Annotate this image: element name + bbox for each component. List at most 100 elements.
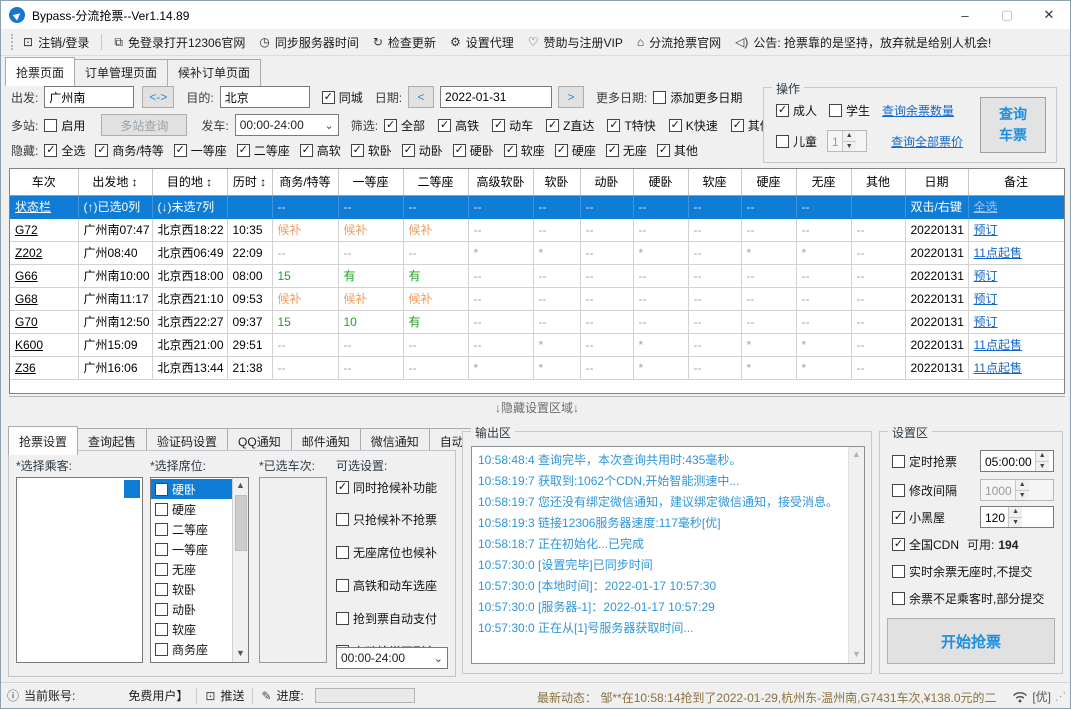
checkbox-box[interactable] [155, 622, 168, 636]
column-header[interactable]: 高级软卧 [468, 169, 534, 196]
seat-checkbox[interactable]: 一等座 [155, 541, 208, 558]
checkbox-box[interactable] [336, 579, 349, 592]
checkbox-box[interactable]: ✓ [730, 118, 744, 132]
hide-checkbox[interactable]: ✓ 一等座 [173, 142, 227, 159]
column-header[interactable]: 备注 [968, 169, 1064, 196]
child-count-stepper[interactable]: 1 ▲ ▼ [827, 130, 868, 152]
train-link[interactable]: G66 [10, 264, 79, 288]
seat-list[interactable]: 硬卧硬座二等座一等座无座软卧动卧软座商务座特等座 [151, 478, 232, 662]
checkbox-box[interactable]: ✓ [299, 144, 313, 157]
seat-checkbox[interactable]: 特等座 [155, 661, 208, 663]
hide-checkbox[interactable]: ✓ 软座 [503, 142, 545, 159]
spin-down-icon[interactable]: ▼ [1015, 490, 1029, 500]
selected-trains-list[interactable] [259, 477, 327, 663]
checkbox-box[interactable]: ✓ [95, 144, 109, 157]
checkbox-box[interactable]: ✓ [892, 510, 905, 524]
column-header[interactable]: 软座 [688, 169, 742, 196]
checkbox-box[interactable]: ✓ [350, 144, 364, 157]
checkbox-box[interactable]: ✓ [656, 144, 670, 157]
toolbar-item-gear[interactable]: ⚙ 设置代理 [450, 34, 514, 51]
checkbox-box[interactable] [155, 502, 168, 516]
checkbox-box[interactable]: ✓ [605, 144, 619, 157]
add-more-dates-checkbox[interactable]: 添加更多日期 [653, 89, 742, 106]
checkbox-box[interactable]: ✓ [173, 144, 187, 157]
spin-down-icon[interactable]: ▼ [1035, 461, 1049, 471]
seat-list-item[interactable]: 软座 [151, 619, 232, 639]
hide-checkbox[interactable]: ✓ 硬座 [554, 142, 596, 159]
hide-checkbox[interactable]: ✓ 无座 [605, 142, 647, 159]
same-city-checkbox[interactable]: ✓ 同城 [321, 89, 363, 106]
checkbox-box[interactable]: ✓ [384, 118, 398, 132]
checkbox-box[interactable]: ✓ [668, 118, 682, 132]
timed-grab-stepper[interactable]: 05:00:00 ▲ ▼ [980, 450, 1054, 472]
column-header[interactable]: 硬座 [741, 169, 797, 196]
row-action-link[interactable]: 预订 [968, 218, 1064, 242]
column-header[interactable]: 动卧 [580, 169, 634, 196]
train-link[interactable]: Z202 [10, 241, 79, 265]
filter-checkbox[interactable]: ✓ T特快 [607, 117, 656, 134]
close-button[interactable]: ✕ [1028, 1, 1070, 29]
train-link[interactable]: G72 [10, 218, 79, 242]
checkbox-box[interactable] [155, 582, 168, 596]
checkbox-box[interactable] [892, 565, 905, 578]
table-row[interactable]: Z36 广州16:06 北京西13:44 21:38 -- -- -- * * -- * -- * * --… [10, 356, 1064, 380]
checkbox-box[interactable]: ✓ [546, 118, 560, 132]
query-tickets-button[interactable]: 查询 车票 [980, 97, 1046, 153]
table-row[interactable]: G72 广州南07:47 北京西18:22 10:35 候补 候补 候补 -- -- -- -- --… [10, 218, 1064, 242]
table-row[interactable]: K600 广州15:09 北京西21:00 29:51 -- -- -- -- * -- * -- * *… [10, 333, 1064, 357]
hide-checkbox[interactable]: ✓ 其他 [656, 142, 698, 159]
seat-checkbox[interactable]: 硬座 [155, 501, 196, 518]
column-header[interactable]: 无座 [796, 169, 852, 196]
checkbox-box[interactable] [155, 642, 168, 656]
row-action-link[interactable]: 预订 [968, 287, 1064, 311]
checkbox-box[interactable]: ✓ [321, 90, 335, 104]
column-header[interactable]: 历时 ↕ [227, 169, 273, 196]
column-header[interactable]: 其他 [851, 169, 906, 196]
seat-list-item[interactable]: 二等座 [151, 519, 232, 539]
main-tab[interactable]: 抢票页面 [5, 57, 76, 86]
seat-list-item[interactable]: 硬卧 [151, 479, 232, 499]
filter-checkbox[interactable]: ✓ 高铁 [438, 117, 479, 134]
checkbox-box[interactable] [155, 602, 168, 616]
seat-checkbox[interactable]: 软卧 [155, 581, 196, 598]
option-checkbox[interactable]: ✓ 同时抢候补功能 [336, 479, 437, 496]
option-checkbox[interactable]: 只抢候补不抢票 [336, 511, 437, 528]
spin-up-icon[interactable]: ▲ [1009, 507, 1023, 518]
seat-list-item[interactable]: 硬座 [151, 499, 232, 519]
prev-date-button[interactable]: < [408, 86, 435, 108]
table-row[interactable]: G66 广州南10:00 北京西18:00 08:00 15 有有 -- -- -- -- -- --… [10, 264, 1064, 288]
checkbox-box[interactable] [776, 134, 789, 148]
filter-checkbox[interactable]: ✓ 动车 [492, 117, 533, 134]
seat-list-item[interactable]: 商务座 [151, 639, 232, 659]
column-header[interactable]: 商务/特等 [272, 169, 339, 196]
hide-checkbox[interactable]: ✓ 动卧 [401, 142, 443, 159]
row-action-link[interactable]: 全选 [968, 195, 1064, 219]
checkbox-box[interactable] [336, 612, 349, 625]
spin-down-icon[interactable]: ▼ [1009, 517, 1023, 527]
date-input[interactable] [440, 86, 553, 108]
train-link[interactable]: G68 [10, 287, 79, 311]
next-date-button[interactable]: > [558, 86, 585, 108]
checkbox-box[interactable]: ✓ [554, 144, 568, 157]
table-row[interactable]: Z202 广州08:40 北京西06:49 22:09 -- -- -- * * -- * -- * * -… [10, 241, 1064, 265]
blackroom-checkbox[interactable]: ✓ 小黑屋 [892, 509, 945, 526]
checkbox-box[interactable] [653, 90, 667, 104]
adult-checkbox[interactable]: ✓ 成人 [776, 102, 817, 119]
checkbox-box[interactable] [155, 522, 168, 536]
column-header[interactable]: 目的地 ↕ [152, 169, 228, 196]
row-action-link[interactable]: 11点起售 [968, 356, 1064, 380]
depart-time-select[interactable]: 00:00-24:00 ⌄ [234, 114, 339, 136]
checkbox-box[interactable] [829, 104, 843, 117]
spin-up-icon[interactable]: ▲ [1015, 480, 1029, 491]
cdn-checkbox[interactable]: ✓ 全国CDN [892, 536, 959, 553]
checkbox-box[interactable] [336, 513, 349, 526]
spin-down-icon[interactable]: ▼ [842, 141, 856, 151]
grab-time-range-select[interactable]: 00:00-24:00 ⌄ [336, 647, 448, 669]
checkbox-box[interactable] [892, 592, 905, 605]
seat-list-item[interactable]: 一等座 [151, 539, 232, 559]
toolbar-item-clock[interactable]: ◷ 同步服务器时间 [259, 34, 359, 51]
checkbox-box[interactable] [155, 562, 168, 576]
column-header[interactable]: 日期 [905, 169, 969, 196]
push-button[interactable]: ⊡ 推送 [205, 687, 244, 704]
partial-submit-checkbox[interactable]: 余票不足乘客时,部分提交 [892, 590, 1044, 607]
